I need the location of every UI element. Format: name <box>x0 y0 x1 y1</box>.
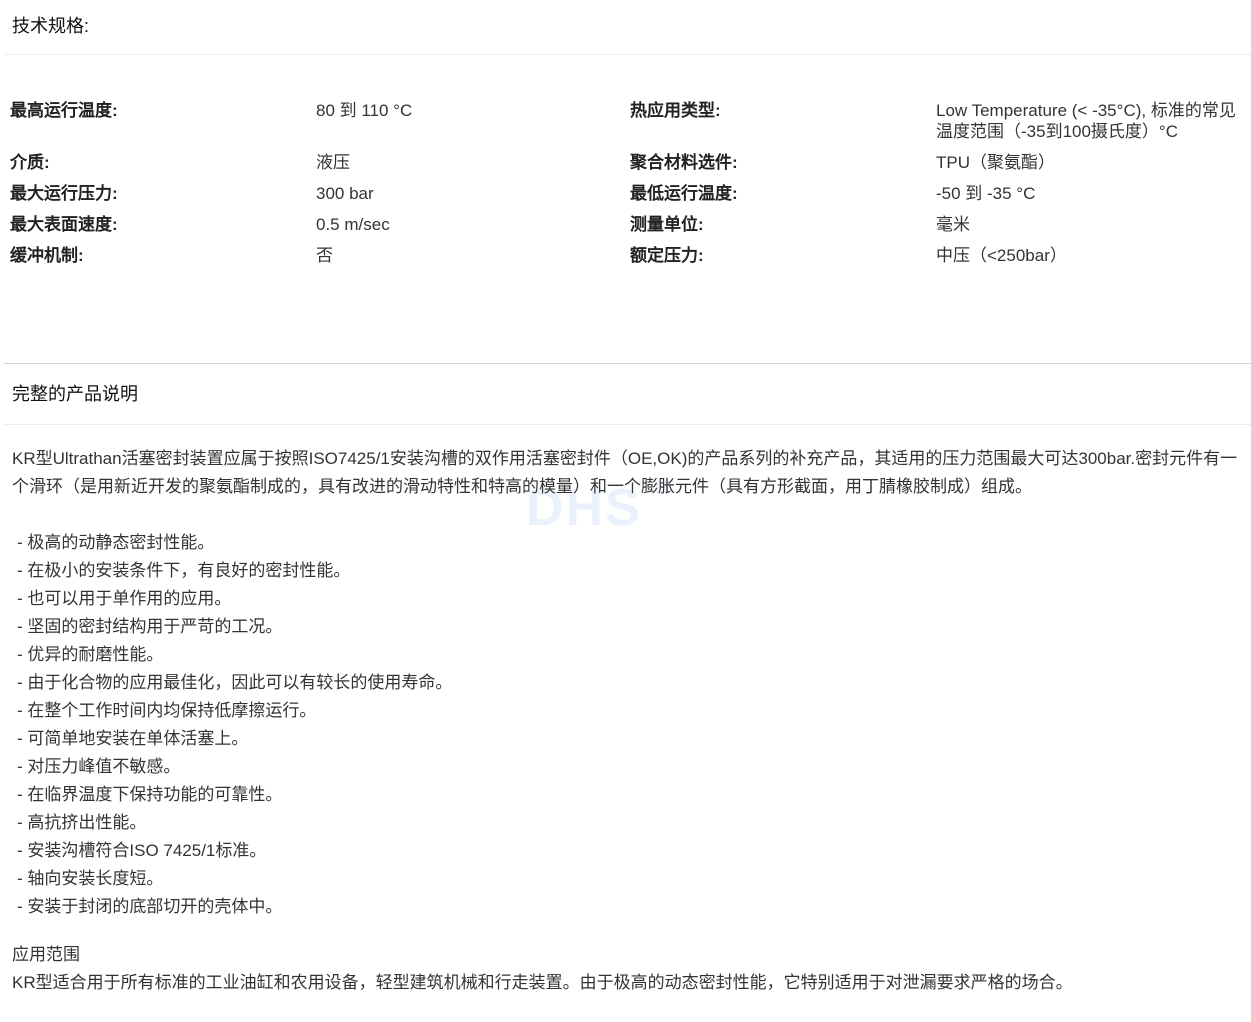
spec-row: 最高运行温度: 80 到 110 °C 热应用类型: Low Temperatu… <box>10 100 1250 152</box>
spec-label: 聚合材料选件: <box>630 153 738 172</box>
spec-section-title: 技术规格: <box>4 0 1251 55</box>
spec-label: 缓冲机制: <box>10 246 84 265</box>
spec-label: 热应用类型: <box>630 101 721 120</box>
spec-value: 0.5 m/sec <box>316 215 390 234</box>
desc-section-title: 完整的产品说明 <box>4 363 1251 425</box>
feature-item: - 可简单地安装在单体活塞上。 <box>17 729 249 748</box>
spec-label: 最低运行温度: <box>630 184 738 203</box>
spec-label: 额定压力: <box>630 246 704 265</box>
feature-item: - 也可以用于单作用的应用。 <box>17 589 232 608</box>
spec-value: 液压 <box>316 153 350 172</box>
spec-label: 测量单位: <box>630 215 704 234</box>
intro-paragraph: KR型Ultrathan活塞密封装置应属于按照ISO7425/1安装沟槽的双作用… <box>12 449 1238 496</box>
spec-value: 80 到 110 °C <box>316 101 413 120</box>
application-text: KR型适合用于所有标准的工业油缸和农用设备，轻型建筑机械和行走装置。由于极高的动… <box>12 973 1073 992</box>
feature-item: - 在极小的安装条件下，有良好的密封性能。 <box>17 561 351 580</box>
spec-label: 最大表面速度: <box>10 215 118 234</box>
product-description: KR型Ultrathan活塞密封装置应属于按照ISO7425/1安装沟槽的双作用… <box>12 445 1248 997</box>
spec-value: -50 到 -35 °C <box>936 184 1036 203</box>
feature-item: - 在整个工作时间内均保持低摩擦运行。 <box>17 701 317 720</box>
spec-row: 最大运行压力: 300 bar 最低运行温度: -50 到 -35 °C <box>10 183 1250 214</box>
spec-row: 介质: 液压 聚合材料选件: TPU（聚氨酯） <box>10 152 1250 183</box>
spec-table: 最高运行温度: 80 到 110 °C 热应用类型: Low Temperatu… <box>10 100 1250 276</box>
feature-item: - 极高的动静态密封性能。 <box>17 533 215 552</box>
spec-value: TPU（聚氨酯） <box>936 153 1055 172</box>
feature-item: - 由于化合物的应用最佳化，因此可以有较长的使用寿命。 <box>17 673 453 692</box>
spec-value: 毫米 <box>936 215 970 234</box>
feature-item: - 轴向安装长度短。 <box>17 869 164 888</box>
spec-value: 否 <box>316 246 333 265</box>
spec-label: 最高运行温度: <box>10 101 118 120</box>
feature-item: - 安装于封闭的底部切开的壳体中。 <box>17 897 283 916</box>
feature-item: - 坚固的密封结构用于严苛的工况。 <box>17 617 283 636</box>
feature-item: - 安装沟槽符合ISO 7425/1标准。 <box>17 841 267 860</box>
spec-value: 300 bar <box>316 184 374 203</box>
spec-label: 介质: <box>10 153 50 172</box>
spec-row: 缓冲机制: 否 额定压力: 中压（<250bar） <box>10 245 1250 276</box>
feature-item: - 在临界温度下保持功能的可靠性。 <box>17 785 283 804</box>
spec-value: 中压（<250bar） <box>936 246 1067 265</box>
feature-item: - 高抗挤出性能。 <box>17 813 147 832</box>
spec-label: 最大运行压力: <box>10 184 118 203</box>
feature-item: - 优异的耐磨性能。 <box>17 645 164 664</box>
spec-row: 最大表面速度: 0.5 m/sec 测量单位: 毫米 <box>10 214 1250 245</box>
feature-item: - 对压力峰值不敏感。 <box>17 757 181 776</box>
spec-value: Low Temperature (< -35°C), 标准的常见温度范围（-35… <box>936 101 1236 141</box>
application-title: 应用范围 <box>12 945 80 964</box>
